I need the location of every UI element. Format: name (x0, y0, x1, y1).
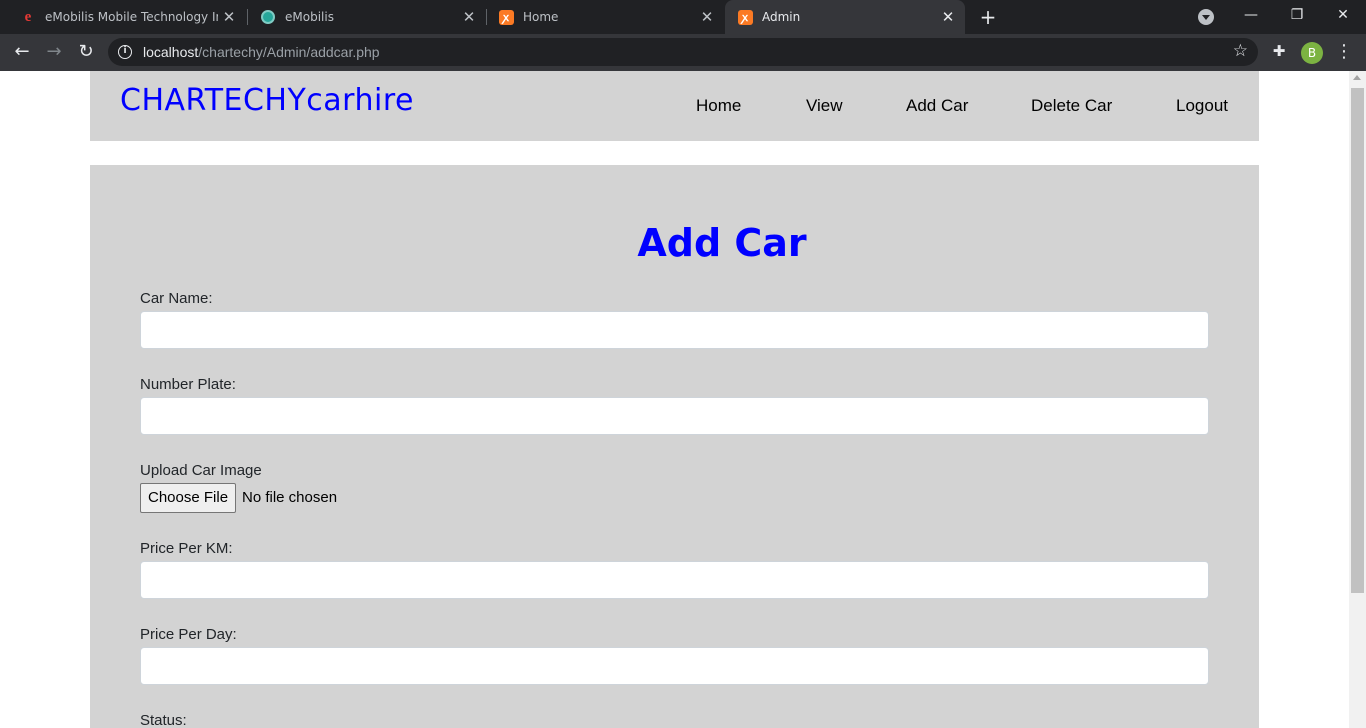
price-per-day-label: Price Per Day: (140, 626, 237, 643)
price-per-km-input[interactable] (140, 561, 1209, 599)
url-path: /chartechy/Admin/addcar.php (198, 44, 380, 60)
page-scrollbar[interactable] (1349, 71, 1366, 728)
xampp-icon: ꭗ (498, 9, 514, 25)
forward-arrow-icon[interactable]: → (40, 38, 68, 66)
reload-icon[interactable]: ↻ (72, 38, 100, 66)
extensions-puzzle-icon[interactable]: ✚ (1270, 42, 1288, 60)
new-tab-icon[interactable]: + (976, 4, 1000, 30)
browser-tab-admin[interactable]: ꭗ Admin ✕ (725, 0, 965, 34)
nav-delete-car-link[interactable]: Delete Car (1031, 96, 1112, 116)
address-bar[interactable]: i localhost/chartechy/Admin/addcar.php ☆ (108, 38, 1258, 66)
tab-title: eMobilis Mobile Technology Institute (45, 10, 218, 24)
tab-search-icon[interactable] (1198, 9, 1214, 25)
window-close-icon[interactable]: ✕ (1320, 0, 1366, 34)
upload-image-label: Upload Car Image (140, 462, 262, 479)
page-title: Add Car (637, 221, 807, 265)
status-label: Status: (140, 712, 187, 728)
scroll-up-arrow-icon[interactable] (1353, 75, 1361, 80)
add-car-form-panel: Add Car Car Name: Number Plate: Upload C… (90, 165, 1259, 728)
nav-add-car-link[interactable]: Add Car (906, 96, 968, 116)
car-name-input[interactable] (140, 311, 1209, 349)
url-text: localhost/chartechy/Admin/addcar.php (143, 44, 380, 60)
number-plate-input[interactable] (140, 397, 1209, 435)
browser-tab-home[interactable]: ꭗ Home ✕ (486, 0, 724, 34)
bookmark-star-icon[interactable]: ☆ (1233, 41, 1248, 61)
number-plate-label: Number Plate: (140, 376, 236, 393)
close-tab-icon[interactable]: ✕ (937, 8, 959, 26)
browser-tab-emobilis[interactable]: eMobilis ✕ (248, 0, 486, 34)
choose-file-button[interactable]: Choose File (140, 483, 237, 513)
scrollbar-thumb[interactable] (1351, 88, 1364, 593)
nav-home-link[interactable]: Home (696, 96, 741, 116)
url-host: localhost (143, 44, 199, 60)
close-tab-icon[interactable]: ✕ (696, 8, 718, 26)
tab-title: Home (523, 10, 559, 24)
page-viewport: CHARTECHYcarhire Home View Add Car Delet… (0, 71, 1366, 728)
nav-logout-link[interactable]: Logout (1176, 96, 1228, 116)
close-tab-icon[interactable]: ✕ (218, 8, 240, 26)
profile-avatar[interactable]: B (1301, 42, 1323, 64)
tab-title: eMobilis (285, 10, 334, 24)
minimize-icon[interactable]: — (1228, 0, 1274, 34)
globe-icon (260, 9, 276, 25)
xampp-icon: ꭗ (737, 9, 753, 25)
browser-tab-bar: e eMobilis Mobile Technology Institute ✕… (0, 0, 1366, 34)
site-logo[interactable]: CHARTECHYcarhire (120, 83, 414, 118)
browser-tab-emobilis-institute[interactable]: e eMobilis Mobile Technology Institute ✕ (8, 0, 246, 34)
back-arrow-icon[interactable]: ← (8, 38, 36, 66)
nav-view-link[interactable]: View (806, 96, 843, 116)
browser-menu-icon[interactable]: ⋮ (1335, 40, 1353, 64)
restore-icon[interactable]: ❐ (1274, 0, 1320, 34)
price-per-day-input[interactable] (140, 647, 1209, 685)
file-status-text: No file chosen (242, 489, 338, 506)
close-tab-icon[interactable]: ✕ (458, 8, 480, 26)
browser-toolbar: ← → ↻ i localhost/chartechy/Admin/addcar… (0, 34, 1366, 71)
emobilis-e-icon: e (24, 8, 32, 25)
car-name-label: Car Name: (140, 290, 213, 307)
site-info-icon[interactable]: i (118, 45, 132, 59)
price-per-km-label: Price Per KM: (140, 540, 233, 557)
site-header: CHARTECHYcarhire Home View Add Car Delet… (90, 71, 1259, 141)
tab-title: Admin (762, 10, 801, 24)
